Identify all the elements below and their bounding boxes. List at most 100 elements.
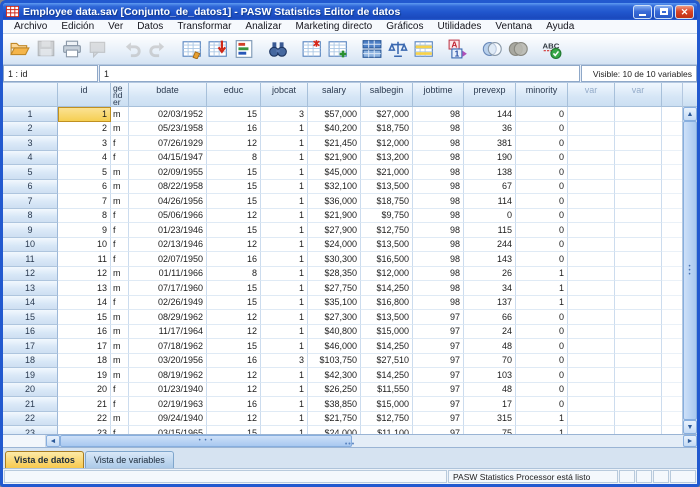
cell[interactable]: $14,250: [361, 368, 413, 383]
cell[interactable]: 4: [58, 151, 111, 166]
spell-check-icon[interactable]: ABC: [539, 36, 565, 62]
cell[interactable]: 07/17/1960: [129, 281, 207, 296]
vertical-scrollbar[interactable]: ▲ ••• ▼: [682, 83, 697, 434]
menu-transformar[interactable]: Transformar: [170, 21, 238, 32]
menu-ventana[interactable]: Ventana: [488, 21, 539, 32]
cell[interactable]: [568, 368, 615, 383]
cell[interactable]: f: [111, 209, 129, 224]
cell[interactable]: 98: [413, 296, 464, 311]
cell[interactable]: $42,300: [308, 368, 361, 383]
cell[interactable]: 14: [58, 296, 111, 311]
cell[interactable]: 03/20/1956: [129, 354, 207, 369]
cell[interactable]: 9: [58, 223, 111, 238]
cell[interactable]: 0: [464, 209, 516, 224]
menu-gr-ficos[interactable]: Gráficos: [379, 21, 430, 32]
cell[interactable]: [568, 310, 615, 325]
row-header-8[interactable]: 8: [3, 209, 58, 224]
cell[interactable]: 98: [413, 136, 464, 151]
cell[interactable]: [568, 223, 615, 238]
cell[interactable]: 0: [516, 368, 568, 383]
row-header-18[interactable]: 18: [3, 354, 58, 369]
column-header-jobtime[interactable]: jobtime: [413, 83, 464, 107]
cell[interactable]: [615, 238, 662, 253]
cell[interactable]: $12,000: [361, 136, 413, 151]
cell[interactable]: [568, 151, 615, 166]
cell[interactable]: $24,000: [308, 238, 361, 253]
cell[interactable]: 97: [413, 426, 464, 434]
cell[interactable]: 16: [207, 252, 261, 267]
cell[interactable]: 05/06/1966: [129, 209, 207, 224]
cell[interactable]: 3: [261, 107, 308, 122]
cell[interactable]: [615, 165, 662, 180]
cell[interactable]: 04/26/1956: [129, 194, 207, 209]
cell[interactable]: f: [111, 151, 129, 166]
cell[interactable]: m: [111, 122, 129, 137]
value-labels-icon[interactable]: A1: [445, 36, 471, 62]
row-header-16[interactable]: 16: [3, 325, 58, 340]
cell[interactable]: [615, 209, 662, 224]
cell[interactable]: $11,550: [361, 383, 413, 398]
cell[interactable]: $18,750: [361, 194, 413, 209]
cell[interactable]: 16: [207, 122, 261, 137]
row-header-5[interactable]: 5: [3, 165, 58, 180]
cell[interactable]: $21,450: [308, 136, 361, 151]
cell[interactable]: [615, 339, 662, 354]
cell[interactable]: 1: [261, 223, 308, 238]
cell[interactable]: m: [111, 194, 129, 209]
cell[interactable]: [615, 151, 662, 166]
cell[interactable]: 1: [261, 281, 308, 296]
cell[interactable]: f: [111, 397, 129, 412]
scroll-right-arrow-icon[interactable]: ►: [683, 435, 697, 447]
column-header-bdate[interactable]: bdate: [129, 83, 207, 107]
cell[interactable]: 190: [464, 151, 516, 166]
menu-datos[interactable]: Datos: [130, 21, 170, 32]
cell[interactable]: 1: [261, 397, 308, 412]
cell[interactable]: 12: [58, 267, 111, 282]
cell[interactable]: 0: [516, 325, 568, 340]
cell[interactable]: 15: [207, 180, 261, 195]
cell[interactable]: 67: [464, 180, 516, 195]
cell[interactable]: 1: [516, 412, 568, 427]
cell[interactable]: 1: [261, 122, 308, 137]
cell[interactable]: [615, 267, 662, 282]
cell[interactable]: 2: [58, 122, 111, 137]
column-header-prevexp[interactable]: prevexp: [464, 83, 516, 107]
cell[interactable]: $40,800: [308, 325, 361, 340]
scroll-down-arrow-icon[interactable]: ▼: [683, 420, 697, 434]
cell[interactable]: 1: [261, 252, 308, 267]
cell[interactable]: f: [111, 383, 129, 398]
cell[interactable]: [568, 238, 615, 253]
cell[interactable]: m: [111, 180, 129, 195]
cell[interactable]: 21: [58, 397, 111, 412]
cell[interactable]: 98: [413, 223, 464, 238]
row-header-9[interactable]: 9: [3, 223, 58, 238]
cell[interactable]: $26,250: [308, 383, 361, 398]
cell[interactable]: 17: [58, 339, 111, 354]
cell[interactable]: $38,850: [308, 397, 361, 412]
cell[interactable]: 315: [464, 412, 516, 427]
cell[interactable]: $13,500: [361, 180, 413, 195]
show-all-variables-icon[interactable]: [505, 36, 531, 62]
cell[interactable]: [568, 180, 615, 195]
print-icon[interactable]: [59, 36, 85, 62]
row-header-1[interactable]: 1: [3, 107, 58, 122]
row-header-13[interactable]: 13: [3, 281, 58, 296]
row-header-20[interactable]: 20: [3, 383, 58, 398]
cell[interactable]: 8: [207, 267, 261, 282]
column-header-gender[interactable]: gender: [111, 83, 129, 107]
scroll-left-arrow-icon[interactable]: ◄: [46, 435, 60, 447]
cell[interactable]: 02/26/1949: [129, 296, 207, 311]
cell[interactable]: 11/17/1964: [129, 325, 207, 340]
cell[interactable]: 0: [516, 238, 568, 253]
cell[interactable]: 1: [261, 368, 308, 383]
horizontal-scroll-track[interactable]: [352, 435, 683, 447]
cell[interactable]: $21,000: [361, 165, 413, 180]
cell[interactable]: 1: [261, 180, 308, 195]
cell[interactable]: 6: [58, 180, 111, 195]
cell[interactable]: 0: [516, 383, 568, 398]
cell[interactable]: 1: [261, 136, 308, 151]
row-header-4[interactable]: 4: [3, 151, 58, 166]
cell[interactable]: 15: [207, 339, 261, 354]
cell[interactable]: 1: [261, 151, 308, 166]
row-header-12[interactable]: 12: [3, 267, 58, 282]
